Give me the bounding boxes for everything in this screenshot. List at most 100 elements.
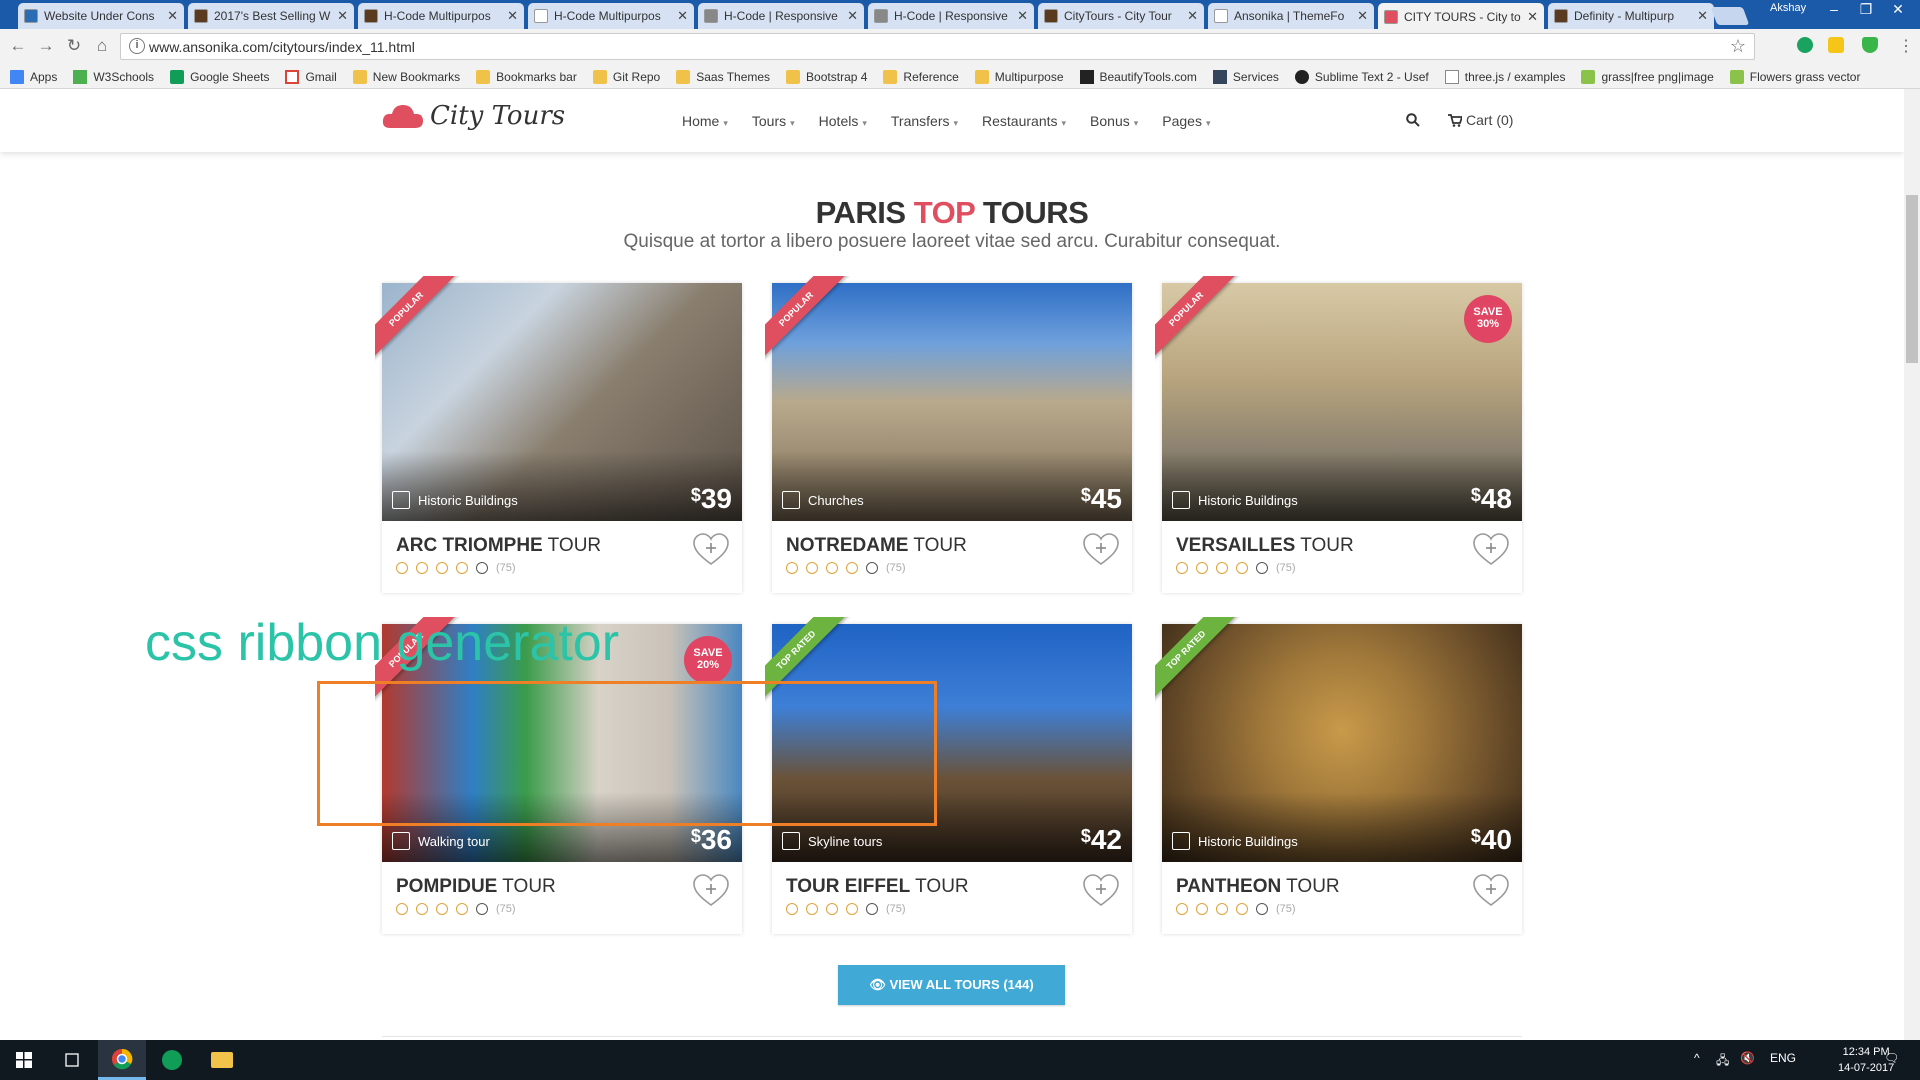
taskbar-file-explorer[interactable]	[198, 1040, 246, 1080]
tab-close-icon[interactable]: ✕	[1357, 8, 1368, 24]
back-icon[interactable]: ←	[8, 36, 28, 56]
tour-card[interactable]: Churches $45 POPULAR NOTREDAME TOUR (75)	[765, 276, 1132, 593]
nav-item-hotels[interactable]: Hotels ▾	[819, 113, 867, 129]
search-icon[interactable]	[1406, 113, 1420, 127]
browser-tab[interactable]: Website Under Cons ✕	[18, 3, 184, 29]
tab-favicon-icon	[704, 9, 718, 23]
bookmark-star-icon[interactable]: ☆	[1730, 36, 1746, 57]
smiley-rating-icon	[456, 903, 468, 915]
tab-close-icon[interactable]: ✕	[507, 8, 518, 24]
profile-name[interactable]: Akshay	[1770, 2, 1806, 14]
browser-tab[interactable]: H-Code Multipurpos ✕	[358, 3, 524, 29]
bookmark-item[interactable]: Apps	[10, 69, 57, 84]
nav-item-transfers[interactable]: Transfers ▾	[891, 113, 958, 129]
bookmark-item[interactable]: BeautifyTools.com	[1079, 69, 1197, 84]
browser-tab[interactable]: H-Code Multipurpos ✕	[528, 3, 694, 29]
browser-tab[interactable]: CITY TOURS - City to ✕	[1378, 3, 1544, 30]
volume-icon[interactable]: 🔇	[1740, 1051, 1755, 1065]
tray-chevron-icon[interactable]: ^	[1694, 1051, 1700, 1065]
bookmark-item[interactable]: grass|free png|image	[1581, 69, 1714, 84]
view-all-tours-button[interactable]: 👁 VIEW ALL TOURS (144)	[838, 965, 1065, 1005]
browser-tab[interactable]: CityTours - City Tour ✕	[1038, 3, 1204, 29]
bookmark-item[interactable]: Saas Themes	[676, 69, 770, 84]
wishlist-heart-icon[interactable]	[1472, 872, 1510, 910]
tour-title[interactable]: PANTHEON TOUR	[1176, 876, 1340, 898]
maximize-icon[interactable]: ❐	[1852, 0, 1880, 20]
bookmark-item[interactable]: W3Schools	[73, 69, 154, 84]
tour-card[interactable]: Historic Buildings $39 POPULAR ARC TRIOMPHE…	[375, 276, 742, 593]
wishlist-heart-icon[interactable]	[692, 531, 730, 569]
extension-green-icon[interactable]	[1797, 37, 1813, 53]
taskbar-chrome[interactable]	[98, 1040, 146, 1080]
smiley-rating-icon	[1196, 903, 1208, 915]
tour-title[interactable]: VERSAILLES TOUR	[1176, 535, 1354, 557]
start-button[interactable]	[0, 1040, 48, 1080]
browser-tab[interactable]: Definity - Multipurp ✕	[1548, 3, 1714, 29]
task-view-button[interactable]	[48, 1040, 96, 1080]
home-icon[interactable]: ⌂	[92, 36, 112, 56]
wishlist-heart-icon[interactable]	[1472, 531, 1510, 569]
bookmark-item[interactable]: Reference	[883, 69, 959, 84]
tour-card[interactable]: Historic Buildings $48 POPULAR SAVE 30% VERS…	[1155, 276, 1522, 593]
browser-tab[interactable]: H-Code | Responsive ✕	[868, 3, 1034, 29]
network-icon[interactable]: 🖧	[1716, 1051, 1729, 1072]
cart-link[interactable]: Cart (0)	[1448, 112, 1513, 128]
language-indicator[interactable]: ENG	[1770, 1051, 1796, 1065]
bookmark-item[interactable]: Flowers grass vector	[1729, 69, 1860, 84]
taskbar-hangouts[interactable]	[148, 1040, 196, 1080]
notifications-icon[interactable]: 🗨	[1884, 1051, 1899, 1065]
tour-title[interactable]: ARC TRIOMPHE TOUR	[396, 535, 601, 557]
extension-shield-icon[interactable]	[1862, 37, 1878, 53]
wishlist-heart-icon[interactable]	[1082, 531, 1120, 569]
tour-rating: (75)	[786, 903, 906, 915]
bookmark-item[interactable]: Multipurpose	[974, 69, 1064, 84]
browser-tab[interactable]: Ansonika | ThemeFo ✕	[1208, 3, 1374, 29]
site-info-icon[interactable]: i	[129, 38, 145, 54]
tab-close-icon[interactable]: ✕	[847, 8, 858, 24]
bookmark-item[interactable]: Gmail	[285, 69, 337, 84]
tab-close-icon[interactable]: ✕	[677, 8, 688, 24]
new-tab-button[interactable]	[1710, 7, 1750, 25]
tab-close-icon[interactable]: ✕	[1527, 9, 1538, 25]
address-url[interactable]: www.ansonika.com/citytours/index_11.html	[149, 39, 415, 55]
browser-tab[interactable]: 2017's Best Selling W ✕	[188, 3, 354, 29]
wishlist-heart-icon[interactable]	[1082, 872, 1120, 910]
extension-star-icon[interactable]	[1828, 37, 1844, 53]
forward-icon[interactable]: →	[36, 36, 56, 56]
nav-item-bonus[interactable]: Bonus ▾	[1090, 113, 1138, 129]
bookmark-item[interactable]: Services	[1212, 69, 1279, 84]
bookmark-item[interactable]: Bookmarks bar	[476, 69, 577, 84]
bookmark-item[interactable]: Sublime Text 2 - Usef	[1294, 69, 1429, 84]
bookmark-item[interactable]: Git Repo	[592, 69, 660, 84]
minimize-icon[interactable]: –	[1820, 0, 1848, 20]
address-bar[interactable]: i www.ansonika.com/citytours/index_11.ht…	[120, 33, 1755, 60]
reload-icon[interactable]: ↻	[64, 36, 84, 56]
bookmark-item[interactable]: Bootstrap 4	[786, 69, 867, 84]
tab-label: Website Under Cons	[44, 9, 155, 23]
site-logo[interactable]: City Tours	[382, 101, 565, 131]
nav-item-home[interactable]: Home ▾	[682, 113, 728, 129]
tab-close-icon[interactable]: ✕	[337, 8, 348, 24]
bookmark-label: Reference	[903, 69, 959, 84]
browser-tab[interactable]: H-Code | Responsive ✕	[698, 3, 864, 29]
bookmark-item[interactable]: New Bookmarks	[352, 69, 460, 84]
tab-close-icon[interactable]: ✕	[1017, 8, 1028, 24]
tour-name-rest: TOUR	[502, 876, 556, 897]
tour-title[interactable]: TOUR EIFFEL TOUR	[786, 876, 969, 898]
scrollbar-thumb[interactable]	[1906, 195, 1918, 363]
nav-item-restaurants[interactable]: Restaurants ▾	[982, 113, 1066, 129]
tour-title[interactable]: POMPIDUE TOUR	[396, 876, 556, 898]
tab-close-icon[interactable]: ✕	[1187, 8, 1198, 24]
bookmark-label: Services	[1232, 69, 1279, 84]
nav-item-tours[interactable]: Tours ▾	[752, 113, 795, 129]
tour-title[interactable]: NOTREDAME TOUR	[786, 535, 967, 557]
nav-item-pages[interactable]: Pages ▾	[1162, 113, 1210, 129]
bookmark-item[interactable]: three.js / examples	[1444, 69, 1565, 84]
wishlist-heart-icon[interactable]	[692, 872, 730, 910]
tab-close-icon[interactable]: ✕	[1697, 8, 1708, 24]
tab-close-icon[interactable]: ✕	[167, 8, 178, 24]
tour-card[interactable]: Historic Buildings $40 TOP RATED PANTHEON T…	[1155, 617, 1522, 934]
browser-menu-icon[interactable]: ⋮	[1898, 36, 1914, 56]
close-window-icon[interactable]: ✕	[1884, 0, 1912, 20]
bookmark-item[interactable]: Google Sheets	[170, 69, 269, 84]
